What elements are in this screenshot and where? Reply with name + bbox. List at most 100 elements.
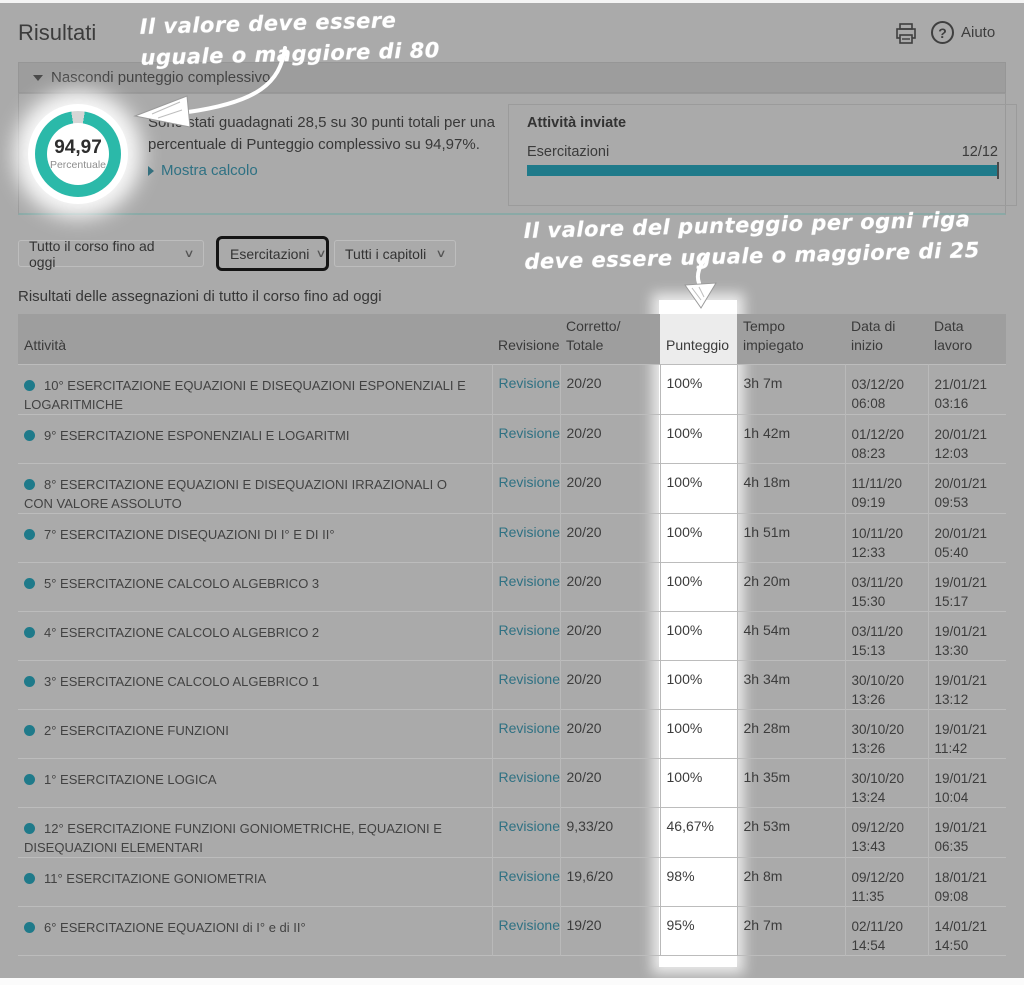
review-cell: Revisione bbox=[492, 660, 560, 709]
activity-title: 8° ESERCITAZIONE EQUAZIONI E DISEQUAZION… bbox=[24, 477, 447, 511]
review-link[interactable]: Revisione bbox=[499, 917, 560, 933]
review-cell: Revisione bbox=[492, 364, 560, 414]
activity-bullet-icon bbox=[24, 529, 35, 540]
work-time: 12:03 bbox=[935, 444, 1003, 463]
col-header-corretto-totale: Corretto/ Totale bbox=[560, 314, 660, 364]
work-time: 10:04 bbox=[935, 788, 1003, 807]
activity-title: 12° ESERCITAZIONE FUNZIONI GONIOMETRICHE… bbox=[24, 821, 442, 855]
review-link[interactable]: Revisione bbox=[499, 524, 560, 540]
work-date-cell: 19/01/21 10:04 bbox=[928, 758, 1006, 807]
print-button[interactable] bbox=[895, 23, 919, 45]
activity-bullet-icon bbox=[24, 774, 35, 785]
review-cell: Revisione bbox=[492, 513, 560, 562]
start-time: 12:33 bbox=[852, 543, 924, 562]
activity-title: 10° ESERCITAZIONE EQUAZIONI E DISEQUAZIO… bbox=[24, 378, 466, 412]
review-link[interactable]: Revisione bbox=[499, 573, 560, 589]
results-table-body: 10° ESERCITAZIONE EQUAZIONI E DISEQUAZIO… bbox=[18, 364, 1006, 955]
review-link[interactable]: Revisione bbox=[499, 375, 560, 391]
correct-total-cell: 20/20 bbox=[560, 611, 660, 660]
progress-end-tick bbox=[997, 162, 999, 179]
col-header-tempo-impiegato: Tempo impiegato bbox=[737, 314, 845, 364]
correct-total-cell: 20/20 bbox=[560, 758, 660, 807]
activity-cell: 2° ESERCITAZIONE FUNZIONI bbox=[18, 709, 492, 758]
review-link[interactable]: Revisione bbox=[499, 720, 560, 736]
work-date: 19/01/21 bbox=[935, 622, 1003, 641]
activity-bullet-icon bbox=[24, 479, 35, 490]
chevron-down-icon: ∨ bbox=[316, 247, 327, 260]
work-date: 20/01/21 bbox=[935, 425, 1003, 444]
filters-row: Tutto il corso fino ad oggi ∨ Esercitazi… bbox=[18, 237, 456, 270]
work-time: 14:50 bbox=[935, 936, 1003, 955]
work-date: 19/01/21 bbox=[935, 671, 1003, 690]
start-time: 13:24 bbox=[852, 788, 924, 807]
show-calculation-link[interactable]: Mostra calcolo bbox=[148, 162, 258, 179]
work-date: 20/01/21 bbox=[935, 524, 1003, 543]
donut-center: 94,97 Percentuale bbox=[47, 123, 109, 185]
correct-total-cell: 19,6/20 bbox=[560, 857, 660, 906]
review-cell: Revisione bbox=[492, 414, 560, 463]
activity-bullet-icon bbox=[24, 380, 35, 391]
review-link[interactable]: Revisione bbox=[499, 769, 560, 785]
results-table: Attività Revisione Corretto/ Totale Punt… bbox=[18, 314, 1006, 956]
review-link[interactable]: Revisione bbox=[499, 425, 560, 441]
chevron-down-icon: ∨ bbox=[183, 247, 194, 260]
work-date-cell: 19/01/21 06:35 bbox=[928, 807, 1006, 857]
start-date-cell: 30/10/20 13:24 bbox=[845, 758, 928, 807]
correct-total-cell: 20/20 bbox=[560, 660, 660, 709]
review-link[interactable]: Revisione bbox=[499, 818, 560, 834]
work-time: 15:17 bbox=[935, 592, 1003, 611]
course-period-dropdown[interactable]: Tutto il corso fino ad oggi ∨ bbox=[18, 240, 204, 267]
work-time: 09:08 bbox=[935, 887, 1003, 906]
assignment-type-dropdown[interactable]: Esercitazioni ∨ bbox=[220, 240, 325, 267]
time-spent-cell: 3h 34m bbox=[737, 660, 845, 709]
annotation-note-overall-score: Il valore deve essere uguale o maggiore … bbox=[139, 4, 440, 74]
review-link[interactable]: Revisione bbox=[499, 671, 560, 687]
time-spent-cell: 1h 51m bbox=[737, 513, 845, 562]
review-link[interactable]: Revisione bbox=[499, 622, 560, 638]
activity-cell: 1° ESERCITAZIONE LOGICA bbox=[18, 758, 492, 807]
table-row: 8° ESERCITAZIONE EQUAZIONI E DISEQUAZION… bbox=[18, 463, 1006, 513]
results-table-caption: Risultati delle assegnazioni di tutto il… bbox=[18, 288, 382, 305]
review-link[interactable]: Revisione bbox=[499, 474, 560, 490]
page-bottom-edge bbox=[0, 978, 1024, 985]
activity-title: 5° ESERCITAZIONE CALCOLO ALGEBRICO 3 bbox=[44, 576, 319, 591]
correct-total-cell: 20/20 bbox=[560, 463, 660, 513]
score-cell: 100% bbox=[660, 364, 737, 414]
work-date: 21/01/21 bbox=[935, 375, 1003, 394]
review-link[interactable]: Revisione bbox=[499, 868, 560, 884]
assignment-type-highlight-ring: Esercitazioni ∨ bbox=[216, 236, 329, 271]
activity-cell: 6° ESERCITAZIONE EQUAZIONI di I° e di II… bbox=[18, 906, 492, 955]
activity-title: 9° ESERCITAZIONE ESPONENZIALI E LOGARITM… bbox=[44, 428, 349, 443]
course-period-value: Tutto il corso fino ad oggi bbox=[29, 238, 177, 270]
activity-bullet-icon bbox=[24, 823, 35, 834]
show-calculation-label: Mostra calcolo bbox=[161, 162, 258, 179]
submitted-progress-count: 12/12 bbox=[962, 144, 998, 160]
work-date-cell: 20/01/21 12:03 bbox=[928, 414, 1006, 463]
work-time: 11:42 bbox=[935, 739, 1003, 758]
review-cell: Revisione bbox=[492, 709, 560, 758]
overall-score-donut: 94,97 Percentuale bbox=[28, 104, 128, 204]
start-date: 03/11/20 bbox=[852, 622, 924, 641]
activity-cell: 10° ESERCITAZIONE EQUAZIONI E DISEQUAZIO… bbox=[18, 364, 492, 414]
overall-score-unit-label: Percentuale bbox=[50, 159, 106, 171]
correct-total-cell: 20/20 bbox=[560, 364, 660, 414]
review-cell: Revisione bbox=[492, 562, 560, 611]
start-date: 03/12/20 bbox=[852, 375, 924, 394]
help-button[interactable]: ? Aiuto bbox=[931, 21, 995, 44]
start-time: 13:43 bbox=[852, 837, 924, 856]
start-date: 30/10/20 bbox=[852, 671, 924, 690]
work-date: 18/01/21 bbox=[935, 868, 1003, 887]
review-cell: Revisione bbox=[492, 758, 560, 807]
time-spent-cell: 2h 20m bbox=[737, 562, 845, 611]
score-cell: 100% bbox=[660, 414, 737, 463]
help-icon: ? bbox=[931, 21, 954, 44]
start-date: 10/11/20 bbox=[852, 524, 924, 543]
printer-icon bbox=[895, 23, 919, 45]
col-header-attivita: Attività bbox=[18, 314, 492, 364]
time-spent-cell: 1h 35m bbox=[737, 758, 845, 807]
start-time: 13:26 bbox=[852, 690, 924, 709]
submitted-progress-label: Esercitazioni bbox=[527, 144, 609, 160]
table-row: 3° ESERCITAZIONE CALCOLO ALGEBRICO 1 Rev… bbox=[18, 660, 1006, 709]
chapters-dropdown[interactable]: Tutti i capitoli ∨ bbox=[334, 240, 456, 267]
work-date: 19/01/21 bbox=[935, 720, 1003, 739]
